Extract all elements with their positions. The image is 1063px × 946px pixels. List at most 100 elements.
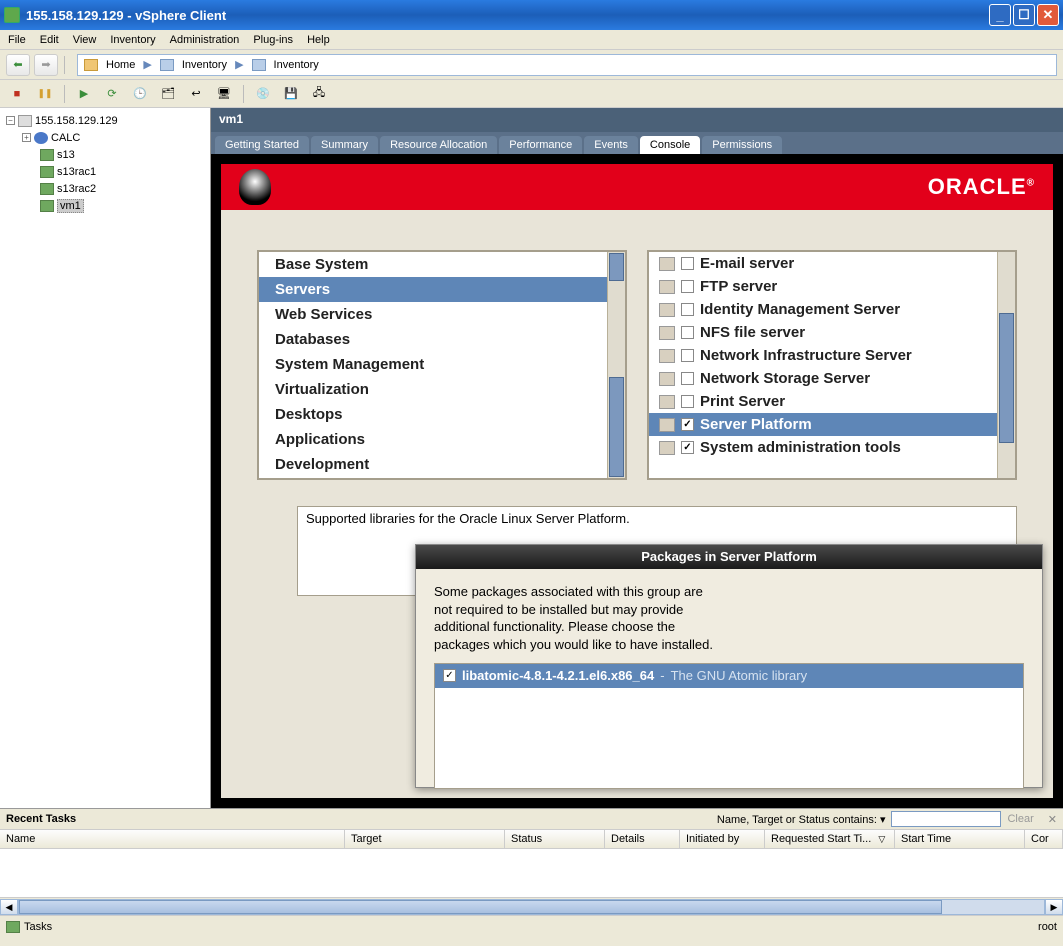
package-item[interactable]: Print Server <box>649 390 997 413</box>
tree-calc[interactable]: + CALC <box>2 129 208 146</box>
col-target[interactable]: Target <box>345 830 505 848</box>
menu-administration[interactable]: Administration <box>170 34 240 46</box>
category-item[interactable]: Databases <box>259 327 607 352</box>
menu-file[interactable]: File <box>8 34 26 46</box>
console-view[interactable]: ORACLE® Base SystemServersWeb ServicesDa… <box>211 154 1063 808</box>
checkbox-icon[interactable]: ✓ <box>443 669 456 682</box>
stop-vm-button[interactable]: ■ <box>6 84 28 104</box>
tree-vm-vm1[interactable]: vm1 <box>2 197 208 214</box>
scroll-track[interactable] <box>18 899 1045 915</box>
home-icon[interactable] <box>84 59 98 71</box>
package-item[interactable]: Identity Management Server <box>649 298 997 321</box>
filter-input[interactable] <box>891 811 1001 827</box>
package-row[interactable]: ✓ libatomic-4.8.1-4.2.1.el6.x86_64 - The… <box>435 664 1023 688</box>
package-item[interactable]: ✓System administration tools <box>649 436 997 459</box>
col-initiated[interactable]: Initiated by <box>680 830 765 848</box>
menu-help[interactable]: Help <box>307 34 330 46</box>
collapse-icon[interactable]: − <box>6 116 15 125</box>
clear-filter-button[interactable]: Clear <box>1007 813 1033 825</box>
snapshot-manager-button[interactable]: 🗂 <box>157 84 179 104</box>
inventory-icon[interactable] <box>160 59 174 71</box>
minimize-button[interactable]: _ <box>989 4 1011 26</box>
inventory-icon[interactable] <box>252 59 266 71</box>
scroll-thumb[interactable] <box>999 313 1014 443</box>
tab-console[interactable]: Console <box>640 136 700 154</box>
package-item[interactable]: E-mail server <box>649 252 997 275</box>
close-panel-button[interactable]: ✕ <box>1048 813 1057 826</box>
revert-button[interactable]: ↩ <box>185 84 207 104</box>
cd-connect-button[interactable]: 💿 <box>252 84 274 104</box>
category-item[interactable]: System Management <box>259 352 607 377</box>
console-button[interactable]: 🖥 <box>213 84 235 104</box>
tab-getting-started[interactable]: Getting Started <box>215 136 309 154</box>
col-name[interactable]: Name <box>0 830 345 848</box>
checkbox-icon[interactable] <box>681 280 694 293</box>
category-item[interactable]: Base System <box>259 252 607 277</box>
filter-label[interactable]: Name, Target or Status contains: ▾ <box>717 813 886 826</box>
menu-view[interactable]: View <box>73 34 97 46</box>
category-item[interactable]: Applications <box>259 427 607 452</box>
network-button[interactable]: 🖧 <box>308 84 330 104</box>
horizontal-scrollbar[interactable]: ◀ ▶ <box>0 897 1063 915</box>
tab-events[interactable]: Events <box>584 136 638 154</box>
category-item[interactable]: Servers <box>259 277 607 302</box>
package-item[interactable]: FTP server <box>649 275 997 298</box>
col-start-time[interactable]: Start Time <box>895 830 1025 848</box>
breadcrumb-home[interactable]: Home <box>106 59 135 71</box>
category-list[interactable]: Base SystemServersWeb ServicesDatabasesS… <box>259 252 607 478</box>
col-details[interactable]: Details <box>605 830 680 848</box>
tab-summary[interactable]: Summary <box>311 136 378 154</box>
forward-button[interactable]: ➡ <box>34 54 58 76</box>
menu-edit[interactable]: Edit <box>40 34 59 46</box>
refresh-button[interactable]: ⟳ <box>101 84 123 104</box>
tab-performance[interactable]: Performance <box>499 136 582 154</box>
category-item[interactable]: Web Services <box>259 302 607 327</box>
tab-permissions[interactable]: Permissions <box>702 136 782 154</box>
breadcrumb-inventory-2[interactable]: Inventory <box>274 59 319 71</box>
scroll-thumb[interactable] <box>609 253 624 281</box>
scroll-right-button[interactable]: ▶ <box>1045 899 1063 915</box>
scrollbar[interactable] <box>997 252 1015 478</box>
col-completed[interactable]: Cor <box>1025 830 1063 848</box>
package-list[interactable]: E-mail serverFTP serverIdentity Manageme… <box>649 252 997 478</box>
snapshot-button[interactable]: 🕒 <box>129 84 151 104</box>
checkbox-icon[interactable]: ✓ <box>681 441 694 454</box>
category-item[interactable]: Virtualization <box>259 377 607 402</box>
tree-vm-s13rac2[interactable]: s13rac2 <box>2 180 208 197</box>
col-requested-start[interactable]: Requested Start Ti... ▽ <box>765 830 895 848</box>
dialog-package-list[interactable]: ✓ libatomic-4.8.1-4.2.1.el6.x86_64 - The… <box>434 663 1024 789</box>
tree-host[interactable]: − 155.158.129.129 <box>2 112 208 129</box>
package-item[interactable]: Network Storage Server <box>649 367 997 390</box>
scroll-thumb[interactable] <box>19 900 942 914</box>
tree-vm-s13[interactable]: s13 <box>2 146 208 163</box>
scroll-thumb[interactable] <box>609 377 624 477</box>
package-item[interactable]: NFS file server <box>649 321 997 344</box>
scrollbar[interactable] <box>607 252 625 478</box>
expand-icon[interactable]: + <box>22 133 31 142</box>
category-item[interactable]: Development <box>259 452 607 477</box>
package-item[interactable]: ✓Server Platform <box>649 413 997 436</box>
checkbox-icon[interactable] <box>681 395 694 408</box>
status-tasks[interactable]: Tasks <box>24 921 52 933</box>
tab-resource-allocation[interactable]: Resource Allocation <box>380 136 497 154</box>
close-button[interactable]: ✕ <box>1037 4 1059 26</box>
menu-inventory[interactable]: Inventory <box>110 34 155 46</box>
package-item[interactable]: Network Infrastructure Server <box>649 344 997 367</box>
menu-plugins[interactable]: Plug-ins <box>253 34 293 46</box>
col-status[interactable]: Status <box>505 830 605 848</box>
category-item[interactable]: Desktops <box>259 402 607 427</box>
tasks-icon[interactable] <box>6 921 20 933</box>
checkbox-icon[interactable] <box>681 257 694 270</box>
checkbox-icon[interactable]: ✓ <box>681 418 694 431</box>
checkbox-icon[interactable] <box>681 349 694 362</box>
tree-vm-s13rac1[interactable]: s13rac1 <box>2 163 208 180</box>
checkbox-icon[interactable] <box>681 372 694 385</box>
maximize-button[interactable]: ☐ <box>1013 4 1035 26</box>
checkbox-icon[interactable] <box>681 326 694 339</box>
breadcrumb-inventory-1[interactable]: Inventory <box>182 59 227 71</box>
back-button[interactable]: ⬅ <box>6 54 30 76</box>
play-vm-button[interactable]: ▶ <box>73 84 95 104</box>
floppy-connect-button[interactable]: 💾 <box>280 84 302 104</box>
pause-vm-button[interactable]: ❚❚ <box>34 84 56 104</box>
checkbox-icon[interactable] <box>681 303 694 316</box>
